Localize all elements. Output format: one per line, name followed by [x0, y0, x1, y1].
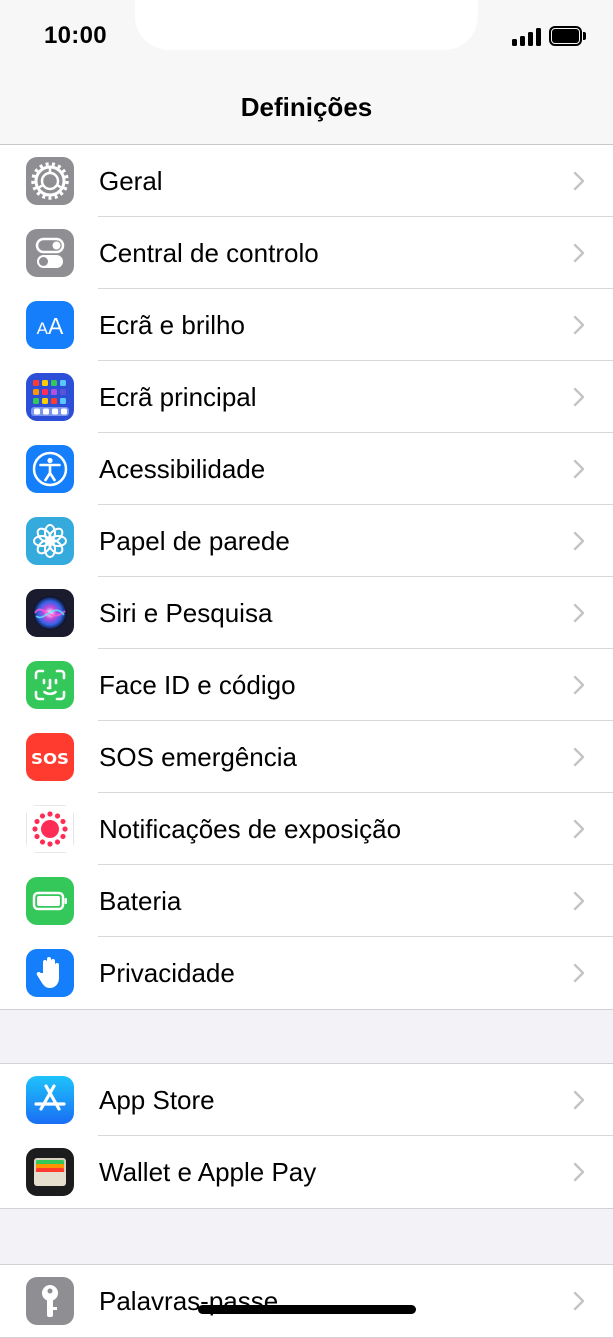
settings-row-privacidade[interactable]: Privacidade	[0, 937, 613, 1009]
chevron-right-icon	[573, 675, 585, 695]
chevron-right-icon	[573, 531, 585, 551]
notch	[135, 0, 478, 50]
siri-icon	[26, 589, 74, 637]
gear-icon	[26, 157, 74, 205]
chevron-right-icon	[573, 1090, 585, 1110]
chevron-right-icon	[573, 459, 585, 479]
settings-row-acessibilidade[interactable]: Acessibilidade	[0, 433, 613, 505]
settings-row-label: Wallet e Apple Pay	[99, 1157, 317, 1187]
accessibility-icon	[26, 445, 74, 493]
flower-icon	[26, 517, 74, 565]
battery-icon	[26, 877, 74, 925]
settings-row-label: Geral	[99, 166, 163, 196]
settings-row-app-store[interactable]: App Store	[0, 1064, 613, 1136]
page-title: Definições	[240, 92, 373, 122]
chevron-right-icon	[573, 171, 585, 191]
settings-row-face-id-e-codigo[interactable]: Face ID e código	[0, 649, 613, 721]
toggles-icon	[26, 229, 74, 277]
settings-group: Palavras-passe	[0, 1264, 613, 1338]
settings-row-label: Acessibilidade	[99, 454, 266, 484]
settings-row-ecra-principal[interactable]: Ecrã principal	[0, 361, 613, 433]
settings-row-label: Bateria	[99, 886, 182, 916]
settings-row-papel-de-parede[interactable]: Papel de parede	[0, 505, 613, 577]
settings-row-label: Central de controlo	[99, 238, 319, 268]
settings-row-label: Ecrã principal	[99, 382, 257, 412]
settings-row-label: SOS emergência	[99, 742, 297, 772]
chevron-right-icon	[573, 603, 585, 623]
status-bar: 10:00	[0, 0, 613, 72]
settings-row-ecra-e-brilho[interactable]: AA Ecrã e brilho	[0, 289, 613, 361]
settings-row-bateria[interactable]: Bateria	[0, 865, 613, 937]
key-icon	[26, 1277, 74, 1325]
settings-row-palavras-passe[interactable]: Palavras-passe	[0, 1265, 613, 1337]
app-store-icon	[26, 1076, 74, 1124]
settings-row-label: Ecrã e brilho	[99, 310, 245, 340]
wallet-icon	[26, 1148, 74, 1196]
settings-row-label: Face ID e código	[99, 670, 296, 700]
settings-row-geral[interactable]: Geral	[0, 145, 613, 217]
sos-icon: SOS	[26, 733, 74, 781]
settings-row-label: Papel de parede	[99, 526, 290, 556]
settings-row-central-de-controlo[interactable]: Central de controlo	[0, 217, 613, 289]
chevron-right-icon	[573, 1162, 585, 1182]
chevron-right-icon	[573, 387, 585, 407]
settings-row-label: Privacidade	[99, 958, 235, 988]
settings-row-siri-e-pesquisa[interactable]: Siri e Pesquisa	[0, 577, 613, 649]
text-size-icon: AA	[26, 301, 74, 349]
app-grid-icon	[26, 373, 74, 421]
settings-group: Geral Central de controlo AA Ecrã e brilh…	[0, 145, 613, 1010]
chevron-right-icon	[573, 963, 585, 983]
battery-status-icon	[549, 26, 586, 46]
chevron-right-icon	[573, 1291, 585, 1311]
face-id-icon	[26, 661, 74, 709]
navigation-bar: Definições	[0, 72, 613, 145]
settings-row-label: Notificações de exposição	[99, 814, 402, 844]
svg-text:SOS: SOS	[31, 750, 69, 768]
exposure-icon	[26, 805, 74, 853]
chevron-right-icon	[573, 819, 585, 839]
status-time: 10:00	[44, 22, 107, 49]
home-indicator[interactable]	[198, 1305, 416, 1314]
chevron-right-icon	[573, 315, 585, 335]
chevron-right-icon	[573, 243, 585, 263]
settings-row-notificacoes-de-exposicao[interactable]: Notificações de exposição	[0, 793, 613, 865]
settings-group: App Store Wallet e Apple Pay	[0, 1063, 613, 1209]
settings-row-label: Siri e Pesquisa	[99, 598, 273, 628]
settings-row-wallet-e-apple-pay[interactable]: Wallet e Apple Pay	[0, 1136, 613, 1208]
settings-row-label: App Store	[99, 1085, 215, 1115]
chevron-right-icon	[573, 891, 585, 911]
settings-row-sos-emergencia[interactable]: SOS SOS emergência	[0, 721, 613, 793]
chevron-right-icon	[573, 747, 585, 767]
hand-icon	[26, 949, 74, 997]
cellular-signal-icon	[512, 28, 542, 46]
